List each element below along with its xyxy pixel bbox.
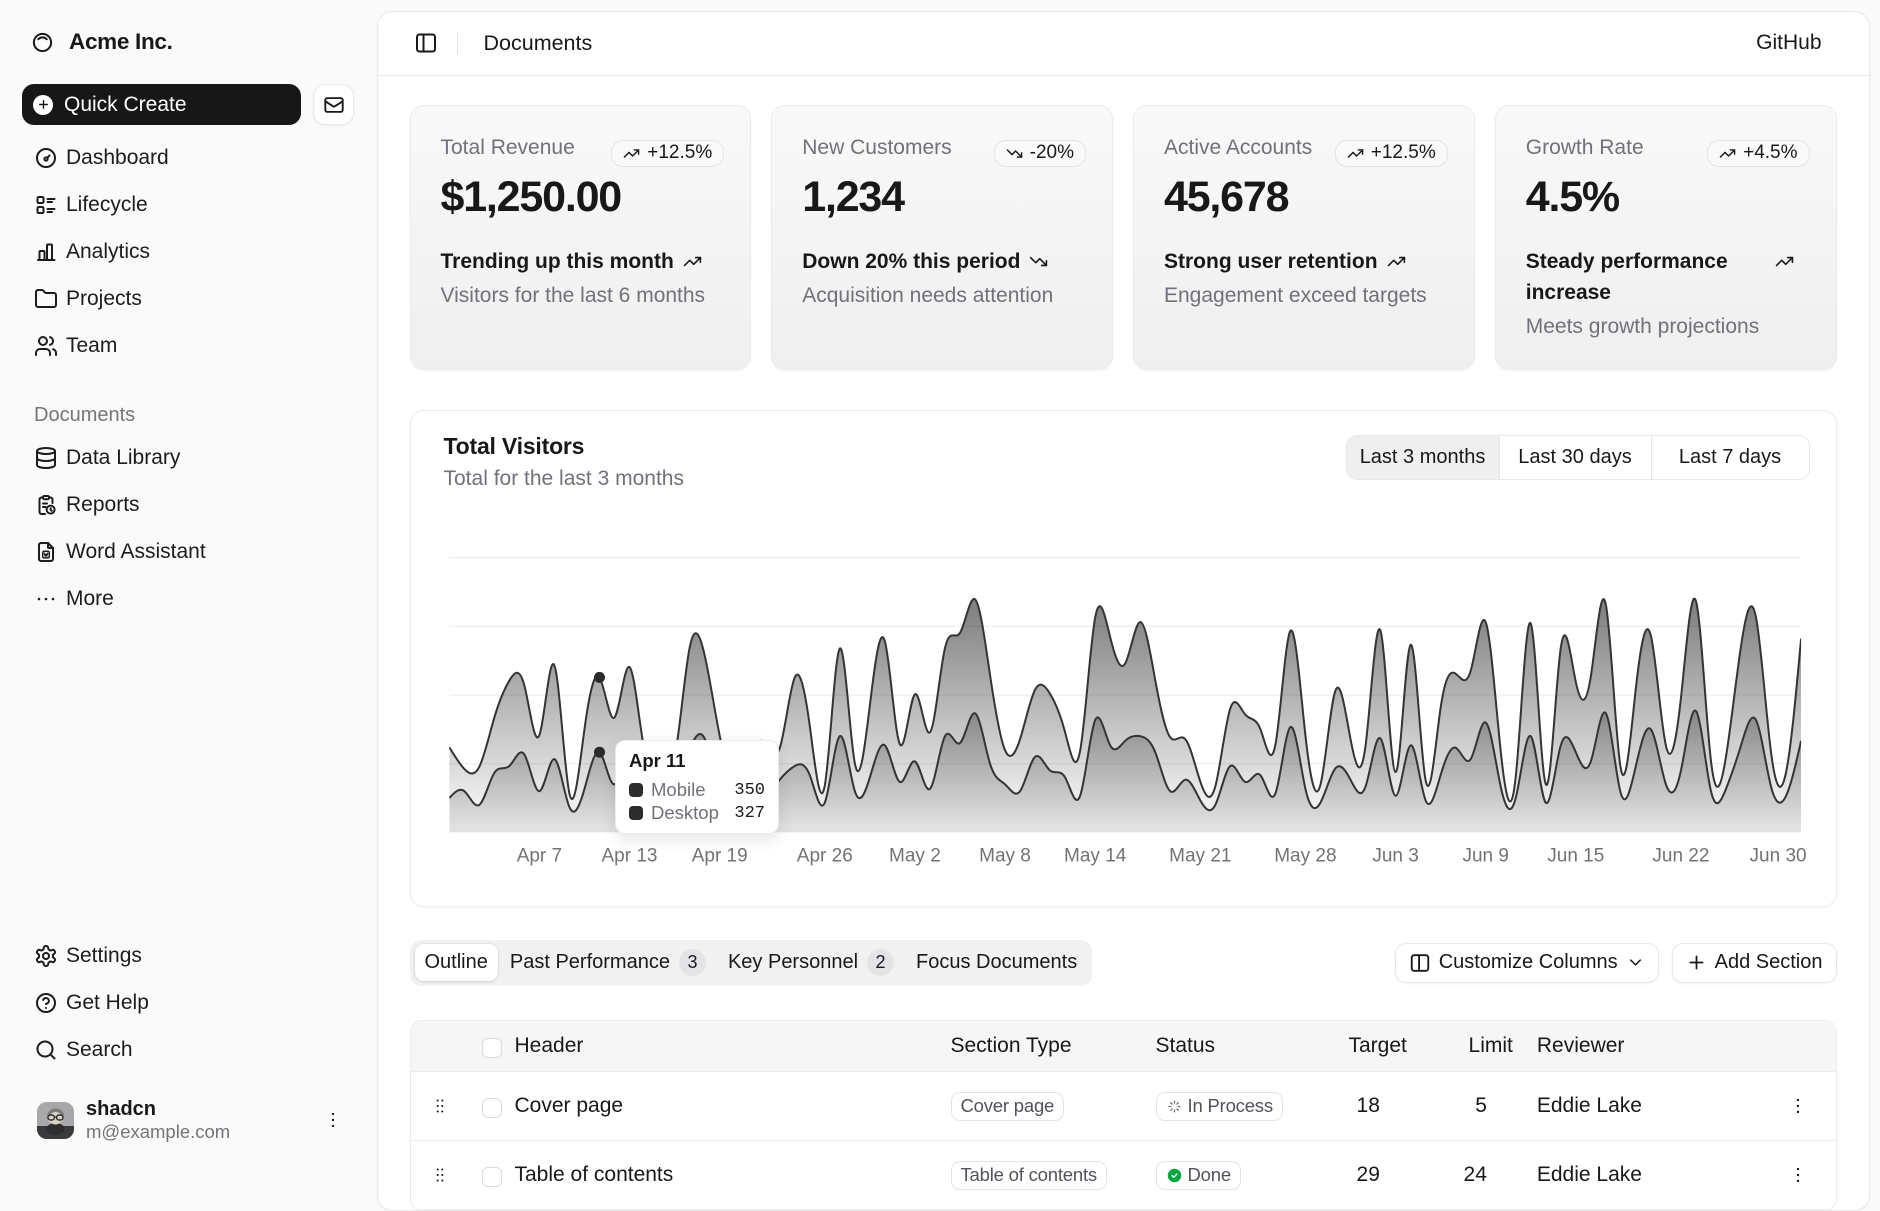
svg-text:Jun 30: Jun 30 — [1749, 845, 1806, 866]
svg-text:Apr 26: Apr 26 — [796, 845, 852, 866]
svg-text:Jun 3: Jun 3 — [1372, 845, 1418, 866]
svg-text:Jun 22: Jun 22 — [1652, 845, 1709, 866]
svg-text:May 14: May 14 — [1064, 845, 1127, 866]
svg-text:May 8: May 8 — [979, 845, 1031, 866]
svg-text:Jun 9: Jun 9 — [1462, 845, 1508, 866]
svg-text:Apr 7: Apr 7 — [516, 845, 561, 866]
svg-text:Apr 13: Apr 13 — [601, 845, 657, 866]
svg-text:Jun 15: Jun 15 — [1547, 845, 1604, 866]
svg-text:May 21: May 21 — [1169, 845, 1231, 866]
svg-text:May 2: May 2 — [889, 845, 941, 866]
svg-text:Apr 19: Apr 19 — [691, 845, 747, 866]
svg-text:May 28: May 28 — [1274, 845, 1336, 866]
